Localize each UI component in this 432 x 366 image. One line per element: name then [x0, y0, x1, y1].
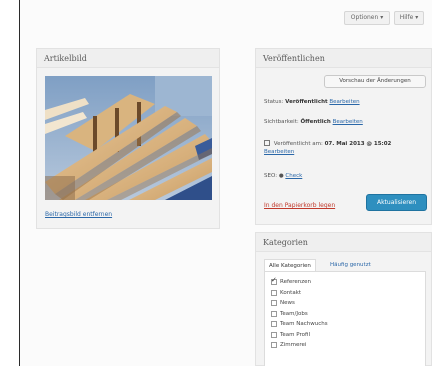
category-item[interactable]: Team Nachwuchs: [271, 319, 425, 330]
category-checkbox[interactable]: [271, 300, 277, 307]
featured-image-thumbnail[interactable]: [45, 76, 212, 200]
category-checkbox[interactable]: [271, 331, 277, 338]
category-item[interactable]: Referenzen: [271, 276, 425, 288]
category-item[interactable]: Zimmerei: [271, 340, 425, 351]
category-item[interactable]: News: [271, 298, 425, 309]
category-label: Team Nachwuchs: [280, 321, 328, 328]
visibility-edit-link[interactable]: Bearbeiten: [333, 119, 363, 125]
update-button[interactable]: Aktualisieren: [366, 194, 427, 211]
remove-featured-image-link[interactable]: Beitragsbild entfernen: [45, 211, 112, 218]
category-checkbox[interactable]: [271, 342, 277, 349]
categories-box: Kategorien Alle Kategorien Häufig genutz…: [255, 232, 432, 366]
tab-most-used[interactable]: Häufig genutzt: [326, 259, 375, 271]
seo-status-icon: ●: [278, 173, 284, 179]
featured-image-title: Artikelbild: [37, 49, 219, 68]
seo-row: SEO: ● Check: [264, 173, 302, 179]
category-checkbox[interactable]: [271, 289, 277, 296]
category-checkbox[interactable]: [271, 310, 277, 317]
seo-label: SEO:: [264, 173, 278, 179]
category-checkbox[interactable]: [271, 321, 277, 328]
category-label: Referenzen: [280, 279, 312, 286]
category-label: Zimmerei: [280, 342, 307, 349]
category-checkbox[interactable]: [271, 276, 277, 286]
move-to-trash-link[interactable]: In den Papierkorb legen: [264, 202, 335, 209]
category-item[interactable]: Team Profil: [271, 330, 425, 341]
published-value: 07. Mai 2013 @ 15:02: [324, 141, 392, 147]
category-label: Team/Jobs: [280, 310, 308, 317]
featured-image-box: Artikelbild Beitragsbild entfernen: [36, 48, 220, 229]
published-edit-link[interactable]: Bearbeiten: [264, 149, 294, 155]
category-label: Kontakt: [280, 289, 302, 296]
tab-all-categories[interactable]: Alle Kategorien: [264, 259, 316, 271]
seo-check-link[interactable]: Check: [285, 173, 302, 179]
published-date-row: Veröffentlicht am: 07. Mai 2013 @ 15:02: [264, 140, 391, 147]
categories-title: Kategorien: [256, 233, 431, 252]
visibility-label: Sichtbarkeit:: [264, 119, 299, 125]
help-button[interactable]: Hilfe ▾: [394, 11, 424, 25]
status-row: Status: Veröffentlicht Bearbeiten: [264, 99, 360, 105]
preview-changes-button[interactable]: Vorschau der Änderungen: [324, 75, 426, 88]
status-label: Status:: [264, 99, 284, 105]
calendar-icon: [264, 140, 270, 146]
visibility-row: Sichtbarkeit: Öffentlich Bearbeiten: [264, 119, 363, 125]
publish-box: Veröffentlichen Vorschau der Änderungen …: [255, 48, 432, 225]
visibility-value: Öffentlich: [300, 119, 331, 125]
category-item[interactable]: Team/Jobs: [271, 309, 425, 320]
publish-title: Veröffentlichen: [256, 49, 431, 68]
category-label: Team Profil: [280, 331, 311, 338]
category-label: News: [280, 300, 295, 307]
category-checklist: Referenzen Kontakt News Team/Jobs Team N…: [264, 271, 426, 366]
status-edit-link[interactable]: Bearbeiten: [329, 99, 359, 105]
published-label: Veröffentlicht am:: [273, 141, 323, 147]
screen-options-button[interactable]: Optionen ▾: [344, 11, 390, 25]
category-item[interactable]: Kontakt: [271, 288, 425, 299]
status-value: Veröffentlicht: [285, 99, 328, 105]
